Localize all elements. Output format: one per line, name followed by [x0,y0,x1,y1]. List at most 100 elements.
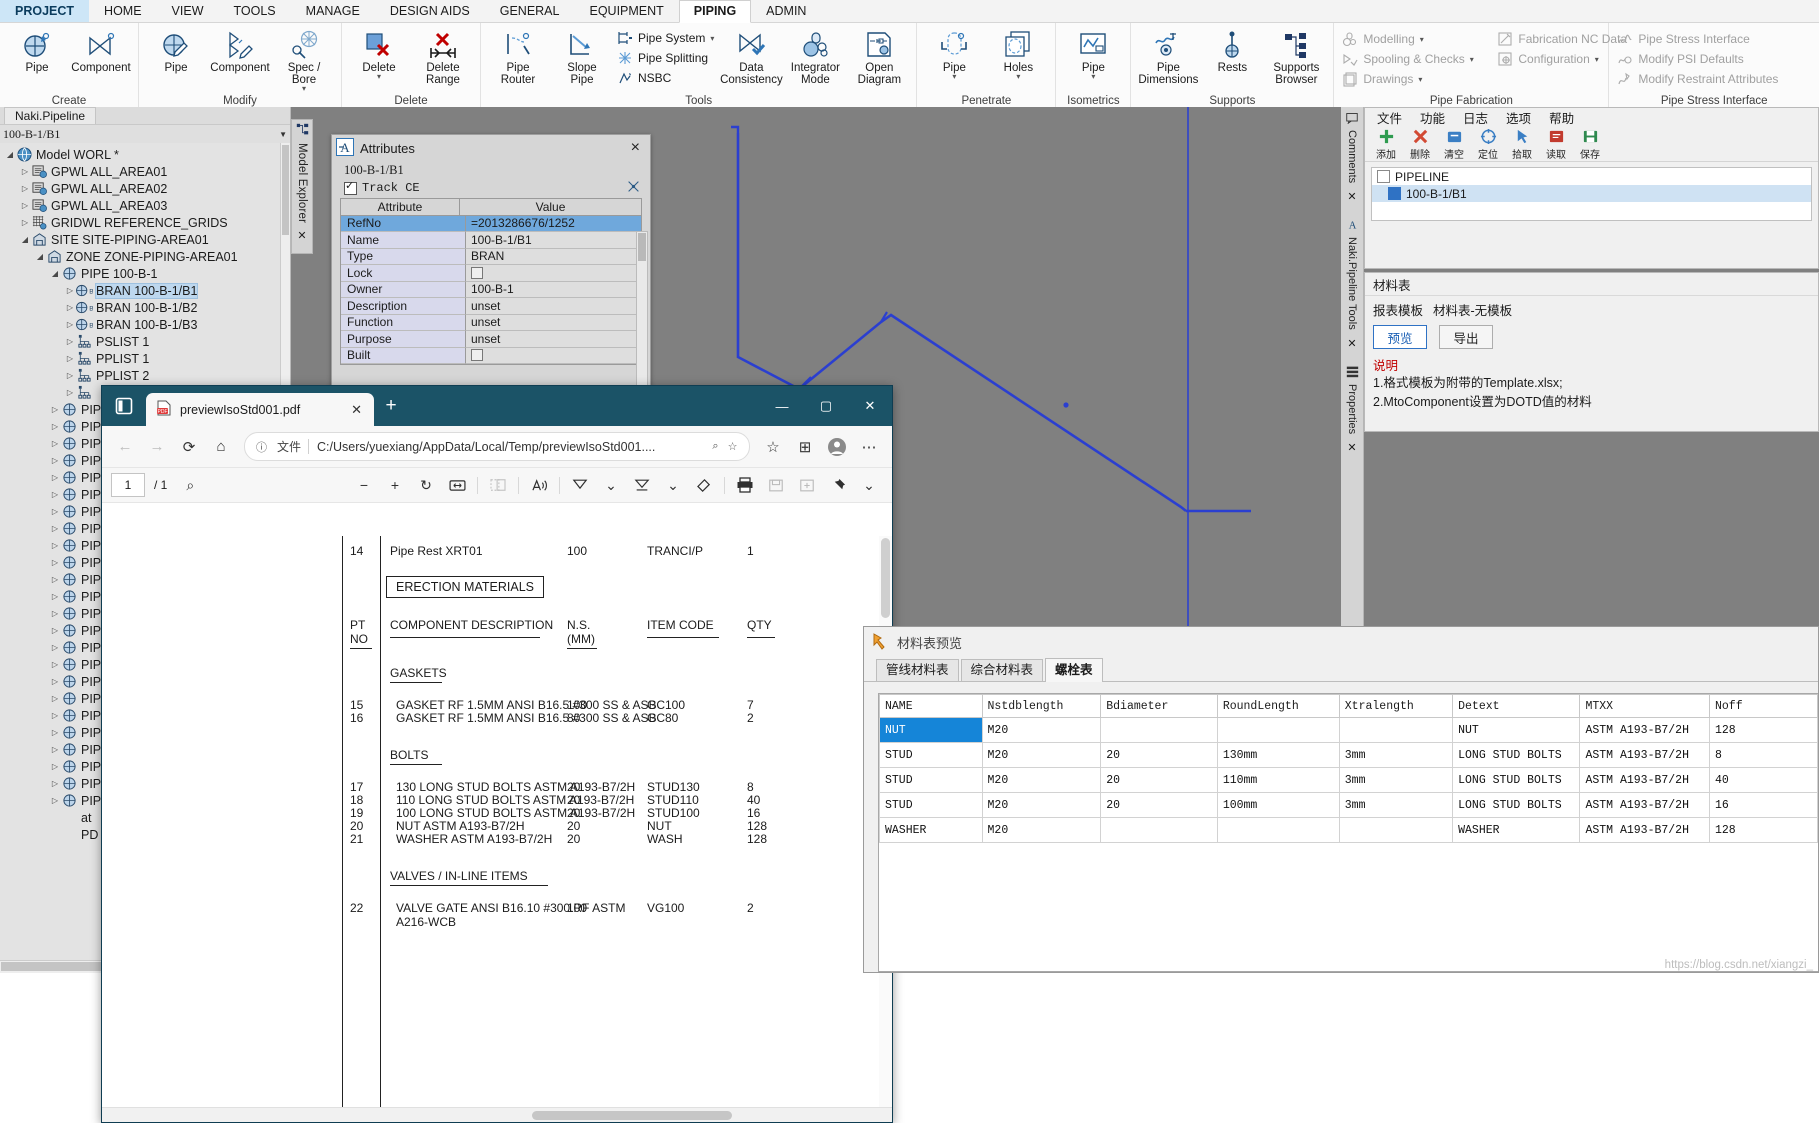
expander-closed-icon[interactable]: ▷ [49,524,61,533]
expander-closed-icon[interactable]: ▷ [64,371,76,380]
attribute-row[interactable]: Owner100-B-1 [341,282,641,299]
bom-cell[interactable]: 16 [1709,793,1817,818]
modify-restraint-attributes-button[interactable]: Modify Restraint Attributes [1614,69,1783,89]
expander-closed-icon[interactable]: ▷ [19,201,31,210]
properties-dock-close-icon[interactable]: ✕ [1347,441,1356,454]
panel-menu-item[interactable]: 选项 [1506,108,1531,127]
window-close-button[interactable]: ✕ [848,386,892,426]
zoom-indicator-icon[interactable]: ⌕ [707,440,724,453]
tree-node[interactable]: ▷PPLIST 2 [0,367,281,384]
tree-node[interactable]: ▷PSLIST 1 [0,333,281,350]
attribute-row[interactable]: Descriptionunset [341,298,641,315]
browser-tab[interactable]: PDF previewIsoStd001.pdf ✕ [146,393,374,426]
list-item-checkbox[interactable] [1377,170,1390,183]
pipe-system-button[interactable]: Pipe System ▾ [614,28,719,48]
scroll-thumb[interactable] [282,145,289,235]
tree-node[interactable]: ▷GRIDWL REFERENCE_GRIDS [0,214,281,231]
delete-caret-icon[interactable]: ▾ [377,72,381,81]
tree-node[interactable]: ◢SITE SITE-PIPING-AREA01 [0,231,281,248]
bom-cell[interactable]: 3mm [1339,793,1452,818]
zoom-in-icon[interactable]: + [381,472,409,498]
expander-closed-icon[interactable]: ▷ [49,439,61,448]
spooling-checks-button[interactable]: Spooling & Checks ▾ [1339,49,1494,69]
tree-node[interactable]: ▷GPWL ALL_AREA01 [0,163,281,180]
ribbon-tab-view[interactable]: VIEW [157,0,219,22]
bom-tab-1[interactable]: 综合材料表 [961,659,1044,681]
bom-cell[interactable]: 100mm [1217,793,1339,818]
attributes-dialog[interactable]: A Attributes × 100-B-1/B1 Track CE Attri… [331,134,651,406]
penetrate-pipe-button[interactable]: Pipe ▾ [922,26,986,83]
pdf-scroll-thumb[interactable] [881,538,890,618]
expander-closed-icon[interactable]: ▷ [49,677,61,686]
bom-column-header[interactable]: Detext [1453,695,1580,718]
delete-range-button[interactable]: Delete Range [411,26,475,88]
bom-cell[interactable]: 130mm [1217,743,1339,768]
comments-dock-close-icon[interactable]: ✕ [1347,190,1356,203]
bom-cell[interactable]: M20 [982,743,1101,768]
tab-close-icon[interactable]: ✕ [347,402,366,418]
spooling-checks-caret-icon[interactable]: ▾ [1470,55,1474,64]
expander-closed-icon[interactable]: ▷ [19,167,31,176]
expander-closed-icon[interactable]: ▷ [49,626,61,635]
list-item-checkbox[interactable] [1388,187,1401,200]
highlight-icon[interactable] [566,472,594,498]
export-button[interactable]: 导出 [1439,325,1493,349]
tree-node[interactable]: ▷PPLIST 1 [0,350,281,367]
home-icon[interactable]: ⌂ [206,432,236,462]
track-ce-row[interactable]: Track CE [332,181,650,198]
ribbon-tab-tools[interactable]: TOOLS [219,0,291,22]
drawings-caret-icon[interactable]: ▾ [1418,75,1422,84]
expander-open-icon[interactable]: ◢ [4,150,16,159]
rests-button[interactable]: Rests [1200,26,1264,76]
bom-cell[interactable]: 110mm [1217,768,1339,793]
expander-closed-icon[interactable]: ▷ [49,779,61,788]
expander-closed-icon[interactable]: ▷ [49,694,61,703]
tab-actions-icon[interactable] [102,386,146,426]
report-template-value[interactable]: 材料表-无模板 [1433,300,1512,319]
more-options-icon[interactable]: ⋯ [854,432,884,462]
bom-cell[interactable]: STUD [880,793,983,818]
attribute-row[interactable]: Lock [341,265,641,282]
panel-menu-item[interactable]: 日志 [1463,108,1488,127]
profile-icon[interactable] [822,432,852,462]
slope-pipe-button[interactable]: Slope Pipe [550,26,614,88]
create-pipe-button[interactable]: Pipe [5,26,69,76]
bom-cell[interactable] [1339,818,1452,843]
bom-table-row[interactable]: STUDM2020110mm3mmLONG STUD BOLTSASTM A19… [880,768,1818,793]
bom-tab-2[interactable]: 螺栓表 [1045,658,1103,682]
expander-closed-icon[interactable]: ▷ [64,354,76,363]
configuration-caret-icon[interactable]: ▾ [1595,55,1599,64]
address-bar[interactable]: ⓘ 文件 C:/Users/yuexiang/AppData/Local/Tem… [244,432,750,461]
bom-column-header[interactable]: Bdiameter [1101,695,1218,718]
bom-cell[interactable]: LONG STUD BOLTS [1453,793,1580,818]
bom-cell[interactable]: ASTM A193-B7/2H [1580,768,1710,793]
bom-cell[interactable]: ASTM A193-B7/2H [1580,818,1710,843]
save-as-icon[interactable] [793,472,821,498]
modify-psi-defaults-button[interactable]: Modify PSI Defaults [1614,49,1748,69]
ribbon-tab-equipment[interactable]: EQUIPMENT [574,0,678,22]
underline-icon[interactable] [628,472,656,498]
tree-node[interactable]: ◢PIPE 100-B-1 [0,265,281,282]
expander-closed-icon[interactable]: ▷ [49,762,61,771]
penetrate-pipe-caret-icon[interactable]: ▾ [952,72,956,81]
modify-pipe-button[interactable]: Pipe [144,26,208,76]
toolbar-delete-button[interactable]: 删除 [1405,128,1435,161]
ribbon-tab-admin[interactable]: ADMIN [751,0,821,22]
page-number-input[interactable]: 1 [111,473,145,497]
attribute-row[interactable]: Built [341,348,641,365]
pipeline-list-item[interactable]: PIPELINE [1372,168,1811,185]
underline-caret-icon[interactable]: ⌄ [659,472,687,498]
expander-closed-icon[interactable]: ▷ [64,388,76,397]
bom-cell[interactable] [1101,718,1218,743]
bom-cell[interactable]: LONG STUD BOLTS [1453,743,1580,768]
page-view-icon[interactable] [484,472,512,498]
expander-closed-icon[interactable]: ▷ [49,422,61,431]
toolbar-add-button[interactable]: 添加 [1371,128,1401,161]
integrator-mode-button[interactable]: Integrator Mode [783,26,847,88]
attribute-row[interactable]: Name100-B-1/B1 [341,232,641,249]
bom-cell[interactable]: WASHER [1453,818,1580,843]
holes-button[interactable]: Holes ▾ [986,26,1050,83]
pdf-document[interactable]: 14Pipe Rest XRT01100TRANCI/P1ERECTION MA… [102,536,892,1108]
pdf-search-icon[interactable]: ⌕ [176,472,204,498]
expander-closed-icon[interactable]: ▷ [19,218,31,227]
